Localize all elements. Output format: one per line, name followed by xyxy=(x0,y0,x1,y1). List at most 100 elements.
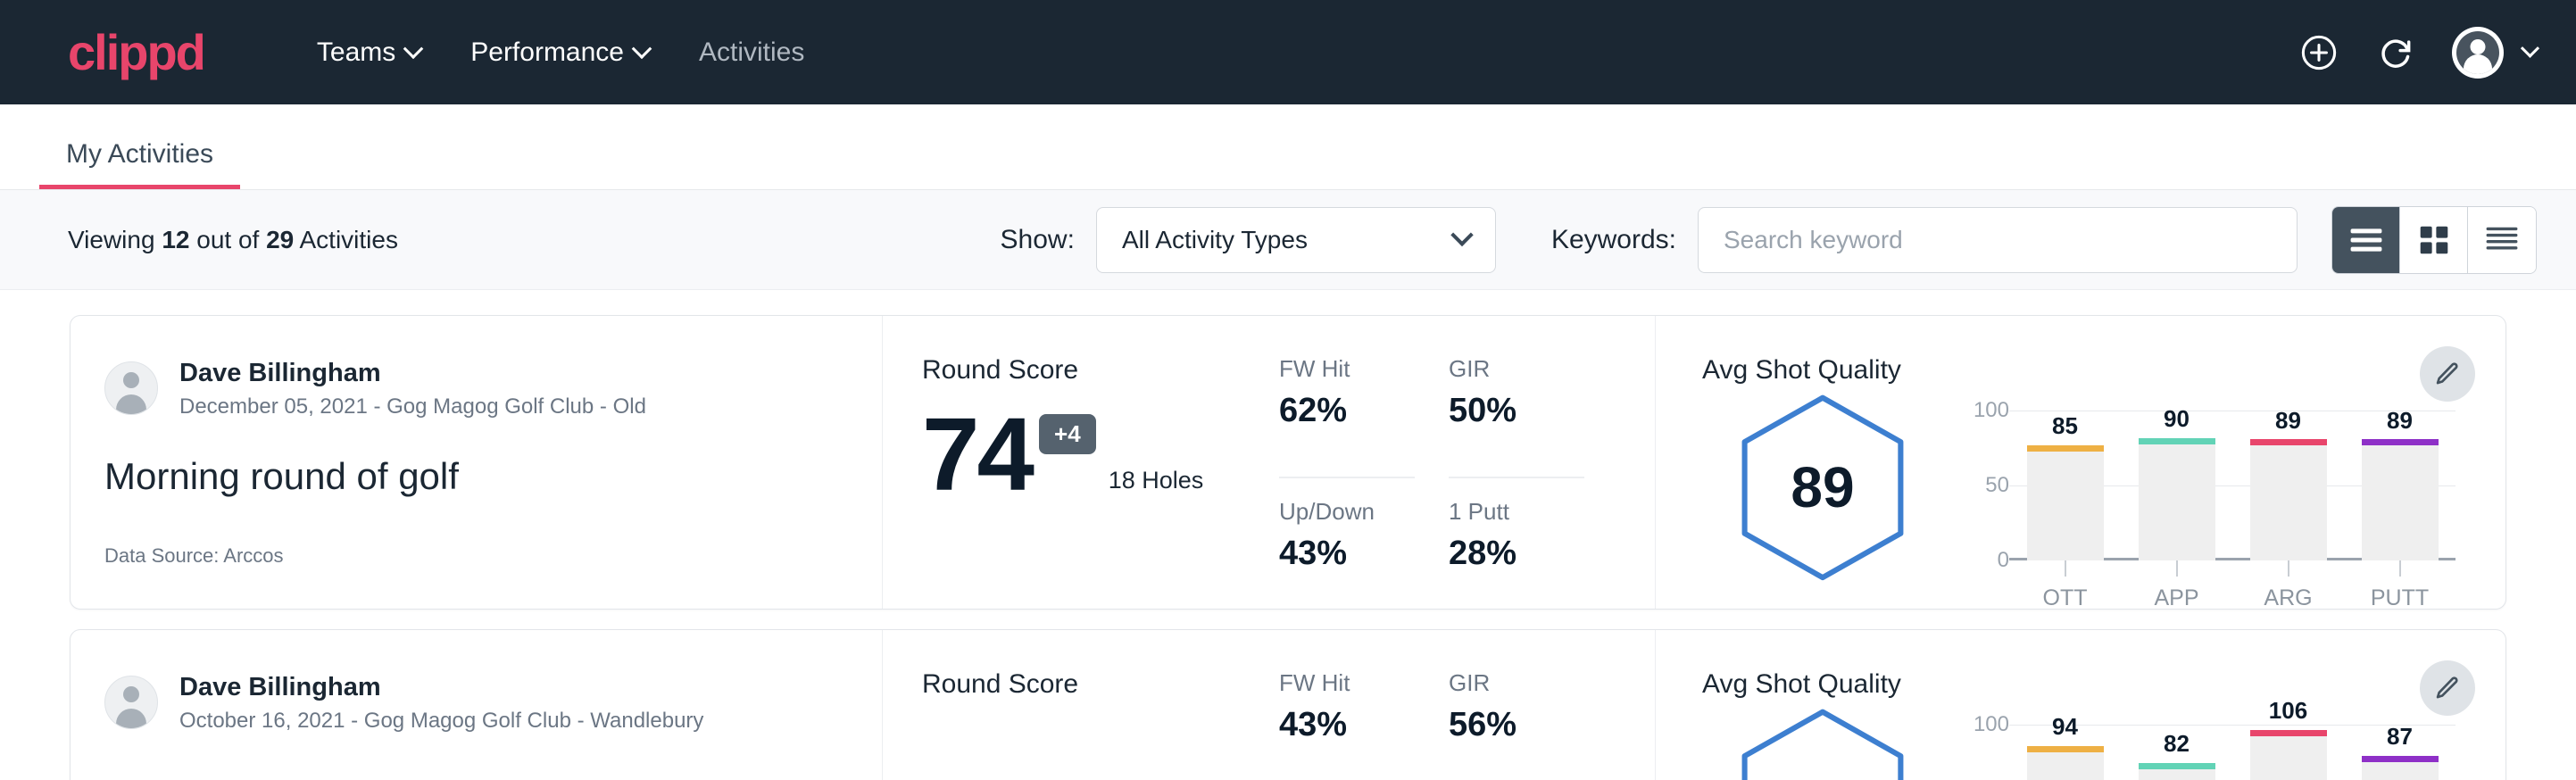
stat-gir: GIR 50% xyxy=(1449,355,1584,478)
score-differential-badge: +4 xyxy=(1039,414,1096,454)
chart-bars: 85 90 89 89 xyxy=(2009,411,2456,560)
viewing-suffix: Activities xyxy=(294,226,398,253)
compact-view-button[interactable] xyxy=(2468,207,2536,273)
stat-label: GIR xyxy=(1449,355,1584,383)
y-tick: 100 xyxy=(1974,712,2009,737)
shot-quality-chart: 100 50 0 94 82 106 87 xyxy=(1957,703,2456,780)
shot-quality-hexagon xyxy=(1702,703,1943,780)
round-score-block: Round Score xyxy=(922,669,1279,780)
chart-y-axis: 100 50 0 xyxy=(1957,411,2009,560)
bar-column: 85 xyxy=(2027,411,2104,560)
player-row: Dave Billingham December 05, 2021 - Gog … xyxy=(104,357,846,419)
activity-list: Dave Billingham December 05, 2021 - Gog … xyxy=(0,290,2576,780)
edit-activity-button[interactable] xyxy=(2420,346,2475,402)
list-view-button[interactable] xyxy=(2332,207,2400,273)
x-tick-label: PUTT xyxy=(2362,585,2439,611)
nav-item-teams[interactable]: Teams xyxy=(292,25,445,80)
bar-column: 89 xyxy=(2362,411,2439,560)
viewing-total: 29 xyxy=(266,226,294,253)
holes-played: 18 Holes xyxy=(1109,467,1204,494)
chart-plot-area: 94 82 106 87 xyxy=(2009,725,2456,780)
nav-item-activities-label: Activities xyxy=(699,37,804,68)
clippd-logo[interactable]: clippd xyxy=(68,28,204,78)
shot-quality-panel: Avg Shot Quality 100 50 xyxy=(1656,630,2505,780)
activity-summary: Dave Billingham December 05, 2021 - Gog … xyxy=(71,316,883,609)
chevron-down-icon xyxy=(2521,39,2539,58)
activity-summary: Dave Billingham October 16, 2021 - Gog M… xyxy=(71,630,883,780)
tab-my-activities[interactable]: My Activities xyxy=(39,139,240,189)
stat-fw-hit: FW Hit 43% xyxy=(1279,669,1415,780)
x-tick-label: APP xyxy=(2139,585,2215,611)
filter-bar: Viewing 12 out of 29 Activities Show: Al… xyxy=(0,190,2576,290)
player-row: Dave Billingham October 16, 2021 - Gog M… xyxy=(104,671,846,734)
tab-bar: My Activities xyxy=(0,104,2576,190)
bar-value-label: 106 xyxy=(2250,697,2327,725)
round-score-panel: Round Score 74 +4 18 Holes FW Hit 62% GI… xyxy=(883,316,1656,609)
round-score-panel: Round Score FW Hit 43% GIR 56% xyxy=(883,630,1656,780)
nav-item-activities[interactable]: Activities xyxy=(674,25,829,80)
stat-label: GIR xyxy=(1449,669,1584,697)
bar-value-label: 82 xyxy=(2139,730,2215,758)
data-source: Data Source: Arccos xyxy=(104,544,846,568)
activity-card[interactable]: Dave Billingham December 05, 2021 - Gog … xyxy=(70,315,2506,610)
primary-nav: Teams Performance Activities xyxy=(292,25,829,80)
nav-actions xyxy=(2298,27,2537,79)
stat-value: 62% xyxy=(1279,392,1415,430)
stat-value: 56% xyxy=(1449,706,1584,744)
chart-x-axis: OTT APP ARG PUTT xyxy=(2009,560,2456,611)
player-name: Dave Billingham xyxy=(179,671,703,703)
stat-value: 43% xyxy=(1279,706,1415,744)
round-score-label: Round Score xyxy=(922,355,1279,386)
nav-item-teams-label: Teams xyxy=(317,37,395,68)
keywords-label: Keywords: xyxy=(1551,225,1676,255)
stat-grid: FW Hit 62% GIR 50% Up/Down 43% 1 Putt 28… xyxy=(1279,355,1584,609)
stat-one-putt: 1 Putt 28% xyxy=(1449,498,1584,609)
edit-activity-button[interactable] xyxy=(2420,660,2475,716)
bar-value-label: 87 xyxy=(2362,723,2439,751)
shot-quality-chart: 100 50 0 85 90 89 89 xyxy=(1957,389,2456,611)
bar-value-label: 90 xyxy=(2139,405,2215,433)
bar-value-label: 85 xyxy=(2027,412,2104,440)
x-tick-label: ARG xyxy=(2250,585,2327,611)
viewing-mid: out of xyxy=(189,226,266,253)
chart-y-axis: 100 50 0 xyxy=(1957,725,2009,780)
stat-label: FW Hit xyxy=(1279,669,1415,697)
shot-quality-value: 89 xyxy=(1738,393,1907,582)
stat-gir: GIR 56% xyxy=(1449,669,1584,780)
shot-quality-panel: Avg Shot Quality 89 100 50 xyxy=(1656,316,2505,609)
bar-column: 90 xyxy=(2139,411,2215,560)
activity-meta: December 05, 2021 - Gog Magog Golf Club … xyxy=(179,394,646,419)
grid-view-button[interactable] xyxy=(2400,207,2468,273)
bar-column: 87 xyxy=(2362,725,2439,780)
viewing-count: 12 xyxy=(162,226,189,253)
refresh-icon[interactable] xyxy=(2375,32,2416,73)
bar-value-label: 89 xyxy=(2250,407,2327,435)
stat-grid: FW Hit 43% GIR 56% xyxy=(1279,669,1584,780)
x-tick-label: OTT xyxy=(2027,585,2104,611)
search-input[interactable] xyxy=(1698,207,2298,273)
bar-value-label: 89 xyxy=(2362,407,2439,435)
chart-plot-area: 85 90 89 89 xyxy=(2009,411,2456,560)
view-mode-toggle xyxy=(2331,206,2537,274)
activity-type-select[interactable]: All Activity Types xyxy=(1096,207,1496,273)
avatar xyxy=(104,361,158,415)
shot-quality-value xyxy=(1738,707,1907,780)
round-score-block: Round Score 74 +4 18 Holes xyxy=(922,355,1279,609)
bar-column: 106 xyxy=(2250,725,2327,780)
activity-card[interactable]: Dave Billingham October 16, 2021 - Gog M… xyxy=(70,629,2506,780)
chevron-down-icon xyxy=(1450,223,1473,245)
account-menu[interactable] xyxy=(2452,27,2537,79)
stat-value: 50% xyxy=(1449,392,1584,430)
round-score-label: Round Score xyxy=(922,669,1279,700)
add-icon[interactable] xyxy=(2298,32,2339,73)
nav-item-performance[interactable]: Performance xyxy=(445,25,674,80)
viewing-prefix: Viewing xyxy=(68,226,162,253)
chart-bars: 94 82 106 87 xyxy=(2009,725,2456,780)
activity-title: Morning round of golf xyxy=(104,455,846,498)
top-navbar: clippd Teams Performance Activities xyxy=(0,0,2576,104)
chevron-down-icon xyxy=(403,38,424,59)
y-tick: 50 xyxy=(1985,473,2009,498)
y-tick: 0 xyxy=(1998,548,2009,573)
chevron-down-icon xyxy=(632,38,652,59)
nav-item-performance-label: Performance xyxy=(470,37,624,68)
